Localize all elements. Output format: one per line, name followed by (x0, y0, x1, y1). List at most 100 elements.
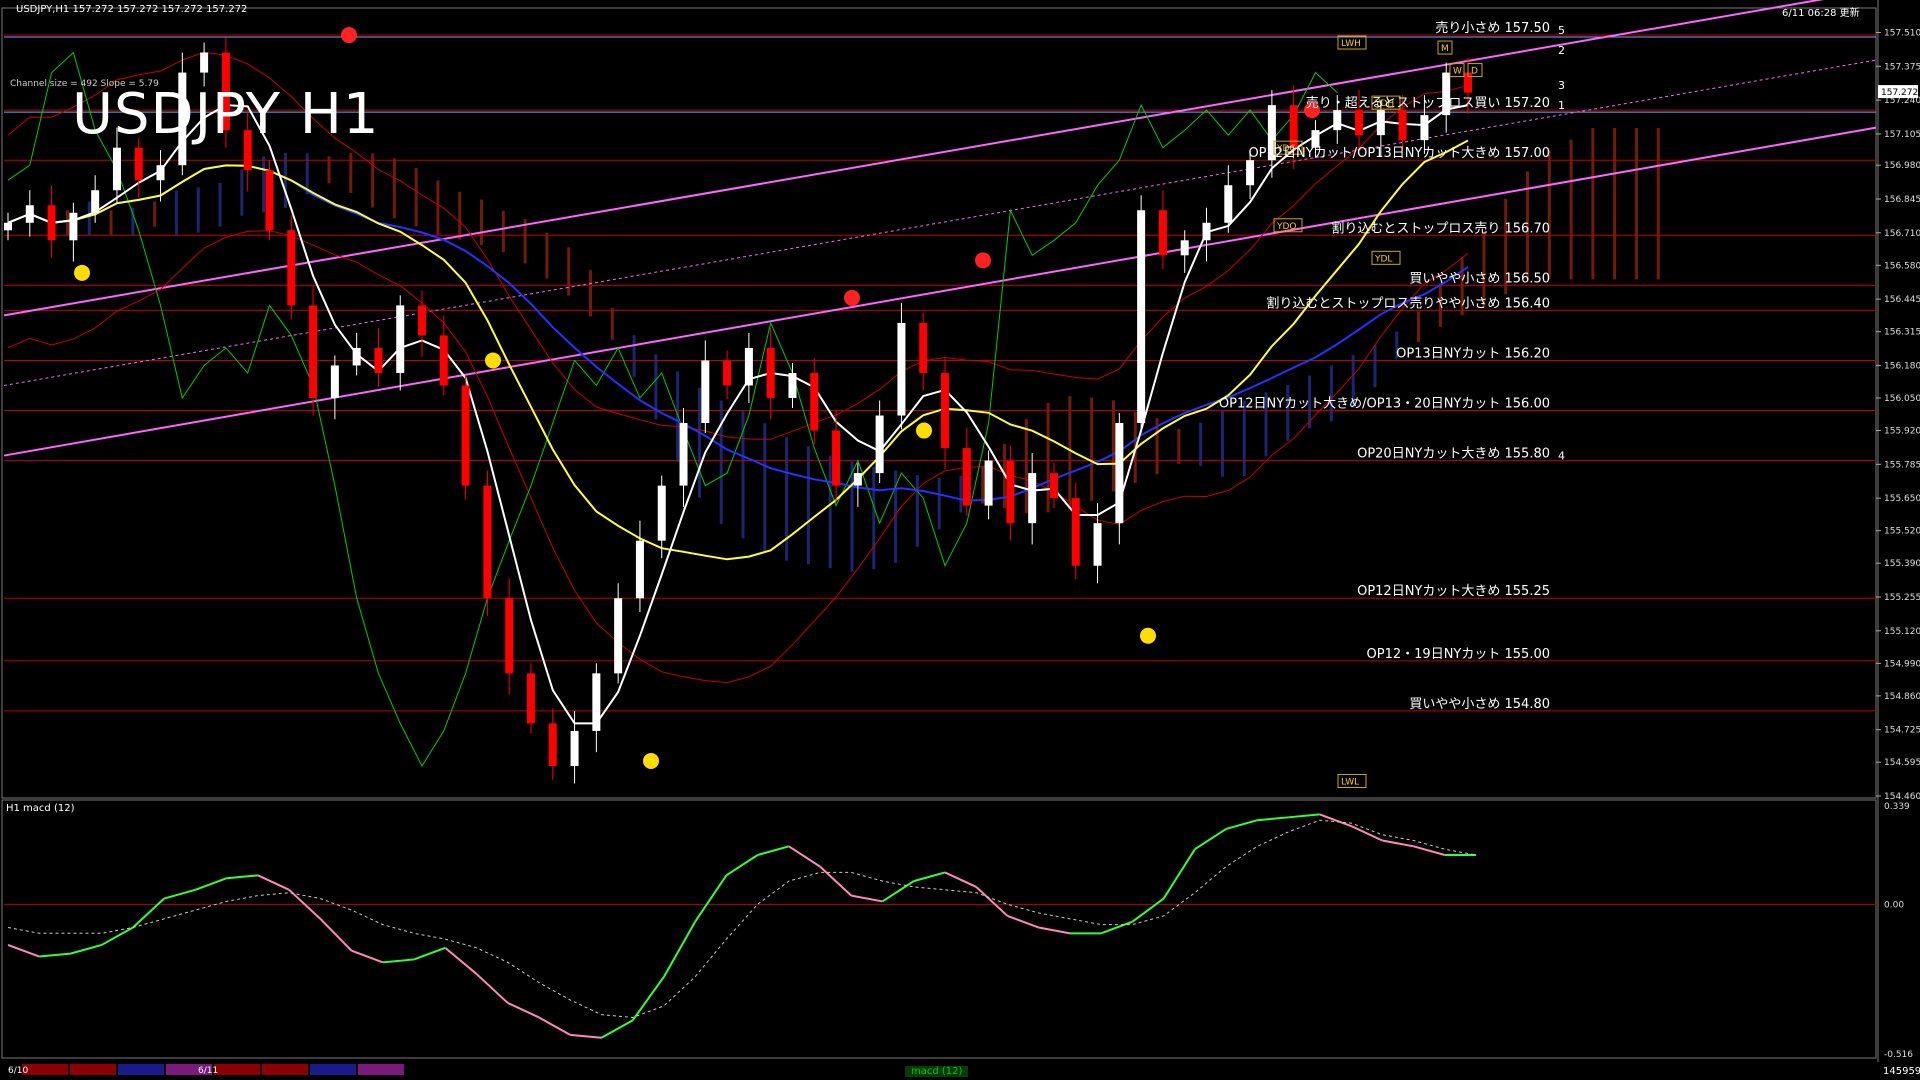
macd-segment (475, 973, 509, 1004)
candle-body (941, 372, 950, 449)
level-label: 買いやや小さめ 154.80 (1409, 697, 1550, 712)
candle-body (309, 305, 318, 398)
macd-segment (444, 947, 478, 975)
chart-title: USDJPY H1 (72, 82, 380, 147)
fractal-down-icon (844, 289, 860, 306)
cloud-stripe (872, 466, 876, 570)
candle-body (832, 430, 841, 486)
cloud-stripe (1373, 344, 1377, 388)
time-block (310, 1064, 356, 1075)
time-block (22, 1064, 68, 1075)
macd-segment (1413, 845, 1446, 856)
macd-segment (507, 1002, 540, 1019)
macd-tab[interactable]: macd (12) (905, 1066, 969, 1077)
level-label: OP20日NYカット大きめ 155.80 (1357, 447, 1550, 462)
cloud-stripe (262, 156, 266, 213)
macd-signal (7, 819, 1477, 1019)
cloud-stripe (1024, 418, 1028, 514)
macd-segment (944, 871, 977, 888)
level-number: 5 (1558, 24, 1565, 37)
marker-label: M (1441, 44, 1449, 54)
cloud-stripe (196, 187, 200, 233)
candle-body (1180, 240, 1189, 256)
price-tick-label: 156.445 (1884, 295, 1920, 305)
cloud-stripe (480, 199, 484, 246)
cloud-stripe (1286, 384, 1290, 441)
macd-segment (600, 1019, 634, 1039)
price-tick-label: 154.595 (1884, 758, 1920, 768)
cloud-stripe (937, 477, 941, 530)
macd-segment (788, 845, 821, 868)
cloud-stripe (719, 400, 723, 525)
price-tick-label: 156.315 (1884, 328, 1920, 338)
time-axis-strip: 6/10 6/11 (8, 1064, 404, 1076)
candle-body (1158, 210, 1167, 256)
cloud-stripe (828, 455, 832, 569)
fractal-down-icon (975, 252, 991, 269)
candle-body (287, 230, 296, 306)
marker-label: W (1453, 67, 1462, 77)
candle-body (396, 305, 405, 373)
cloud-stripe (1634, 128, 1638, 280)
price-tick-label: 156.980 (1884, 161, 1920, 171)
macd-segment (975, 886, 1009, 917)
cloud-stripe (174, 190, 178, 236)
candle-body (962, 448, 971, 506)
candle-body (505, 598, 514, 674)
cloud-stripe (392, 158, 396, 219)
fractal-up-icon (1140, 627, 1156, 644)
cloud-stripe (1220, 410, 1224, 477)
level-label: 割り込むとストップロス売り 156.70 (1331, 220, 1550, 236)
price-tick-label: 155.390 (1884, 559, 1920, 569)
macd-tick-label: -0.516 (1884, 1050, 1913, 1060)
candle-body (657, 485, 666, 541)
cloud-stripe (66, 210, 69, 236)
cloud-stripe (959, 475, 963, 513)
price-tick-label: 155.650 (1884, 494, 1920, 504)
candle-body (265, 170, 274, 231)
macd-panel-frame (1, 799, 1877, 1059)
macd-title: H1 macd (12) (6, 803, 75, 814)
cloud-stripe (1242, 400, 1246, 477)
update-time: 6/11 06:28 更新 (1782, 8, 1860, 19)
level-number: 4 (1558, 450, 1565, 463)
marker-label: LWL (1341, 777, 1359, 787)
price-tick-label: 156.845 (1884, 195, 1920, 205)
macd-segment (1257, 816, 1289, 822)
macd-segment (1194, 828, 1227, 851)
price-tick-label: 157.105 (1884, 130, 1920, 140)
macd-segment (1131, 897, 1165, 923)
current-price-label: 157.272 (1881, 88, 1918, 98)
candle-body (853, 473, 862, 486)
candle-body (1376, 110, 1385, 136)
cloud-stripe (850, 461, 854, 572)
time-block (118, 1064, 164, 1075)
cloud-stripe (806, 446, 810, 565)
ma-blue (7, 164, 1469, 502)
price-axis: 157.510157.375157.240157.105156.980156.8… (1876, 29, 1920, 802)
symbol-info: USDJPY,H1 157.272 157.272 157.272 157.27… (16, 4, 248, 15)
marker-label: YDO (1276, 222, 1297, 232)
macd-segment (1288, 813, 1320, 819)
candle-body (461, 385, 470, 486)
candle-body (91, 190, 100, 213)
cloud-stripe (1417, 311, 1421, 342)
macd-segment (195, 877, 227, 891)
candle-body (1420, 115, 1429, 141)
macd-segment (226, 874, 258, 880)
candle-body (4, 222, 12, 231)
cloud-stripe (610, 307, 614, 340)
cloud-stripe (1068, 396, 1072, 510)
cloud-stripe (545, 232, 549, 279)
macd-segment (163, 888, 196, 900)
macd-tick-label: 0.00 (1884, 900, 1904, 910)
cloud-stripe (1177, 428, 1181, 464)
cloud-stripe (632, 335, 636, 378)
macd-segment (132, 897, 165, 929)
macd-segment (1038, 926, 1071, 935)
time-block (358, 1064, 404, 1075)
candle-body (548, 723, 557, 766)
fractal-down-icon (341, 27, 357, 44)
regression-channel (3, 0, 1877, 457)
candle-body (1398, 110, 1407, 141)
